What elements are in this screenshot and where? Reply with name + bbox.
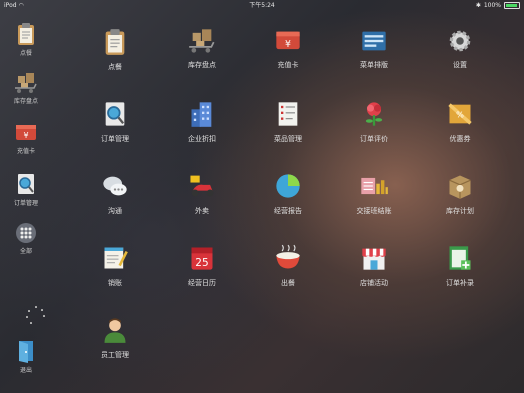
tile-staff-management[interactable]: 员工管理 <box>80 316 150 360</box>
tile-label: 出餐 <box>281 279 295 287</box>
tile-store-promotion[interactable]: 店铺活动 <box>339 244 409 288</box>
tile-settings[interactable]: 设置 <box>425 28 495 70</box>
recharge-card-icon: ¥ <box>16 125 36 140</box>
status-right: ✱ 100% <box>476 0 520 11</box>
exit-label: 退出 <box>19 367 32 374</box>
grid-all-icon <box>16 223 36 243</box>
order-search-icon <box>105 102 125 126</box>
inventory-cart-icon <box>15 73 37 93</box>
tile-label: 经营报告 <box>274 207 302 215</box>
tile-label: 充值卡 <box>277 61 299 69</box>
tile-label: 店铺活动 <box>360 279 388 287</box>
chat-bubbles-icon <box>103 176 127 196</box>
tile-label: 菜单排版 <box>360 61 388 69</box>
tile-label: 员工管理 <box>101 351 129 359</box>
tile-label: 设置 <box>453 61 467 69</box>
tile-serve-meal[interactable]: 出餐 <box>253 244 323 288</box>
tile-label: 订单评价 <box>360 135 388 143</box>
tile-coupon[interactable]: % 优惠券 <box>425 100 495 144</box>
tile-shift-checkout[interactable]: 交接班结账 <box>339 172 409 216</box>
sidebar-item-label: 点餐 <box>19 50 32 57</box>
menu-layout-icon <box>362 31 386 51</box>
svg-text:¥: ¥ <box>23 131 28 140</box>
coupon-icon: % <box>448 103 472 125</box>
dish-list-icon <box>278 102 298 126</box>
tile-label: 企业折扣 <box>188 135 216 143</box>
sidebar-item-recharge[interactable]: ¥ 充值卡 <box>0 122 52 155</box>
tile-label: 经营日历 <box>188 279 216 287</box>
clipboard-icon <box>105 29 125 55</box>
tile-write-off[interactable]: 销账 <box>80 244 150 288</box>
tile-inventory[interactable]: 库存盘点 <box>167 28 237 70</box>
box-plan-icon <box>449 175 471 199</box>
inventory-cart-icon <box>189 29 215 53</box>
tile-label: 库存盘点 <box>188 61 216 69</box>
tile-menu-layout[interactable]: 菜单排版 <box>339 28 409 70</box>
tile-order[interactable]: 点餐 <box>80 28 150 72</box>
tile-dish-management[interactable]: 菜品管理 <box>253 100 323 144</box>
storefront-icon <box>362 248 386 270</box>
tile-label: 点餐 <box>108 63 122 71</box>
clipboard-icon <box>18 23 34 45</box>
calendar-icon: 25 <box>191 247 213 270</box>
calendar-day: 25 <box>195 257 208 269</box>
status-bar: iPod ◠ 下午5:24 ✱ 100% <box>0 0 524 11</box>
tile-label: 库存计划 <box>446 207 474 215</box>
sidebar-item-inventory[interactable]: 库存盘点 <box>0 72 52 105</box>
tile-order-review[interactable]: 订单评价 <box>339 100 409 144</box>
tile-business-report[interactable]: 经营报告 <box>253 172 323 216</box>
tile-inventory-plan[interactable]: 库存计划 <box>425 172 495 216</box>
rose-icon <box>365 102 383 126</box>
sidebar-item-order[interactable]: 点餐 <box>0 22 52 57</box>
status-time: 下午5:24 <box>249 2 275 9</box>
tile-label: 销账 <box>108 279 122 287</box>
tile-order-management[interactable]: 订单管理 <box>80 100 150 144</box>
tile-order-supplement[interactable]: 订单补录 <box>425 244 495 288</box>
building-icon <box>191 102 212 127</box>
tile-label: 订单管理 <box>101 135 129 143</box>
staff-icon <box>104 318 126 343</box>
svg-text:¥: ¥ <box>285 39 291 50</box>
order-search-icon <box>18 174 34 194</box>
sidebar-item-all[interactable]: 全部 <box>0 222 52 255</box>
battery-icon <box>504 2 520 9</box>
tile-label: 菜品管理 <box>274 135 302 143</box>
tile-label: 订单补录 <box>446 279 474 287</box>
recharge-card-icon: ¥ <box>276 31 300 50</box>
tile-communication[interactable]: 沟通 <box>80 172 150 216</box>
tile-enterprise-discount[interactable]: 企业折扣 <box>167 100 237 144</box>
tile-label: 交接班结账 <box>356 207 392 215</box>
exit-door-icon <box>19 341 33 363</box>
bowl-icon <box>276 244 300 269</box>
scooter-icon <box>190 175 214 197</box>
sidebar-item-orders[interactable]: 订单管理 <box>0 172 52 207</box>
tile-business-calendar[interactable]: 25 经营日历 <box>167 244 237 288</box>
sidebar-item-label: 全部 <box>19 248 32 255</box>
tile-takeaway[interactable]: 外卖 <box>167 172 237 216</box>
gear-icon <box>449 30 471 52</box>
loading-spinner <box>26 306 46 330</box>
svg-text:%: % <box>456 110 464 120</box>
tile-label: 沟通 <box>108 207 122 215</box>
exit-button[interactable]: 退出 <box>0 339 52 374</box>
battery-percent: 100% <box>483 2 501 9</box>
sidebar-item-label: 充值卡 <box>16 148 35 155</box>
tile-label: 优惠券 <box>449 135 471 143</box>
sidebar-item-label: 库存盘点 <box>13 98 38 105</box>
order-supplement-icon <box>449 246 471 270</box>
tile-recharge[interactable]: ¥ 充值卡 <box>253 28 323 70</box>
notepad-icon <box>104 247 128 269</box>
tile-label: 外卖 <box>195 207 209 215</box>
pie-chart-icon <box>276 174 300 198</box>
bluetooth-icon: ✱ <box>475 2 481 9</box>
cash-register-icon <box>361 177 388 195</box>
sidebar: 点餐 库存盘点 ¥ 充值卡 订单管理 全部 退出 <box>0 12 52 393</box>
sidebar-item-label: 订单管理 <box>13 200 38 207</box>
